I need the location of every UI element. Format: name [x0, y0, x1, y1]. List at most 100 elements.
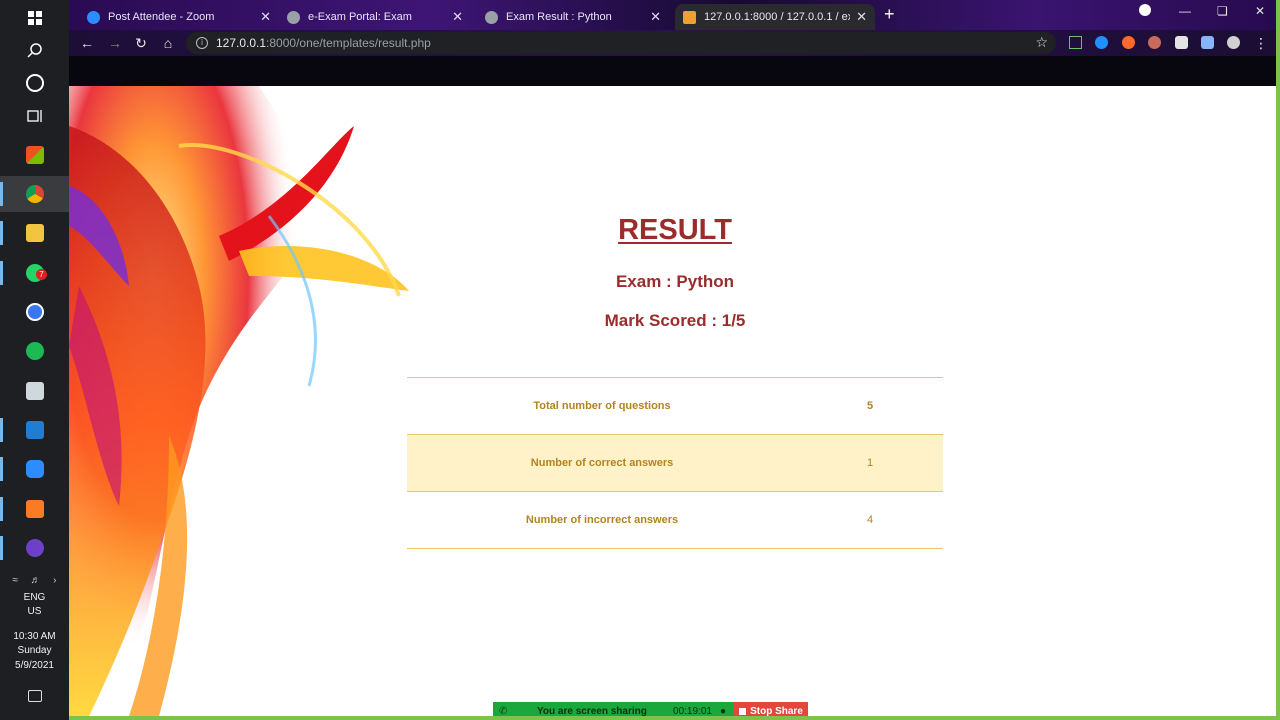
start-button[interactable]: [0, 0, 69, 36]
system-tray: ≈ ♬ ›: [0, 572, 69, 588]
taskbar-store[interactable]: [0, 137, 69, 173]
close-icon[interactable]: ✕: [650, 9, 661, 25]
spotify-icon: [25, 342, 44, 360]
reload-button[interactable]: ↻: [131, 33, 151, 53]
taskbar-zoom[interactable]: [0, 451, 69, 487]
share-frame-bottom: [69, 716, 1280, 720]
tab-title: e-Exam Portal: Exam: [308, 11, 412, 23]
row-value: 5: [867, 400, 874, 412]
restore-button[interactable]: ❏: [1217, 4, 1228, 18]
taskbar-xampp[interactable]: [0, 491, 69, 527]
input-language[interactable]: ENG: [0, 591, 69, 605]
puzzle-icon[interactable]: [1201, 36, 1214, 49]
avatar[interactable]: [1227, 36, 1240, 49]
store-icon: [25, 146, 44, 164]
notifications-button[interactable]: [0, 678, 69, 714]
home-button[interactable]: ⌂: [158, 33, 178, 53]
row-label: Number of correct answers: [530, 457, 674, 469]
home-icon: ⌂: [163, 35, 173, 51]
menu-button[interactable]: ⋮: [1251, 33, 1271, 53]
volume-icon[interactable]: ♬: [31, 575, 41, 586]
tab-exam-portal[interactable]: e-Exam Portal: Exam ✕: [279, 4, 471, 30]
tab-title: Exam Result : Python: [506, 11, 612, 23]
drag-handle-icon[interactable]: ✆: [499, 706, 511, 717]
forward-button[interactable]: →: [105, 33, 125, 53]
close-icon[interactable]: ✕: [452, 9, 463, 25]
address-bar[interactable]: i 127.0.0.1:8000/one/templates/result.ph…: [186, 32, 1056, 54]
wifi-icon[interactable]: ≈: [13, 575, 19, 586]
chevron-right-icon[interactable]: ›: [53, 575, 56, 586]
row-label: Number of incorrect answers: [525, 514, 679, 526]
close-window-button[interactable]: ✕: [1255, 4, 1265, 18]
info-icon[interactable]: i: [196, 37, 208, 49]
cortana-icon: [25, 74, 44, 92]
result-page: RESULT Exam : Python Mark Scored : 1/5 T…: [69, 86, 1276, 716]
task-view-button[interactable]: [0, 98, 69, 134]
taskbar-whatsapp[interactable]: 7: [0, 255, 69, 291]
profile-menu-button[interactable]: [1139, 4, 1151, 19]
browser-toolbar: ← → ↻ ⌂ i 127.0.0.1:8000/one/templates/r…: [69, 30, 1280, 56]
tab-phpmyadmin[interactable]: 127.0.0.1:8000 / 127.0.0.1 / exam ✕: [675, 4, 875, 30]
clock-day: Sunday: [17, 645, 52, 656]
vscode-icon: [25, 421, 44, 439]
search-button[interactable]: [0, 32, 69, 68]
signal-icon: [25, 303, 44, 321]
back-button[interactable]: ←: [77, 33, 97, 53]
extension-icon[interactable]: [1069, 36, 1082, 49]
share-frame-right: [1276, 0, 1280, 720]
tab-zoom[interactable]: Post Attendee - Zoom ✕: [79, 4, 279, 30]
row-label: Total number of questions: [533, 400, 671, 412]
taskbar-github[interactable]: [0, 530, 69, 566]
windows-logo-icon: [27, 11, 42, 25]
new-tab-button[interactable]: +: [884, 5, 895, 23]
taskbar-photos[interactable]: [0, 373, 69, 409]
row-value: 1: [867, 457, 874, 469]
tab-title: Post Attendee - Zoom: [108, 11, 215, 23]
tab-strip: Post Attendee - Zoom ✕ e-Exam Portal: Ex…: [69, 0, 1280, 30]
sharing-timer: 00:19:01: [673, 705, 712, 717]
bookmark-star-icon[interactable]: ☆: [1035, 34, 1048, 51]
url-host: 127.0.0.1: [216, 36, 267, 50]
exam-name: Exam : Python: [615, 272, 735, 291]
extension-icon[interactable]: [1122, 36, 1135, 49]
restore-icon: ❏: [1217, 4, 1228, 18]
taskbar-vscode[interactable]: [0, 412, 69, 448]
zoom-icon: [87, 10, 100, 24]
taskbar-file-explorer[interactable]: [0, 215, 69, 251]
plus-icon: +: [884, 4, 895, 24]
tab-title: 127.0.0.1:8000 / 127.0.0.1 / exam: [704, 11, 850, 23]
taskbar-spotify[interactable]: [0, 333, 69, 369]
table-row: Number of correct answers 1: [407, 434, 943, 492]
mark-scored: Mark Scored : 1/5: [604, 311, 746, 330]
sharing-text: You are screen sharing: [537, 705, 647, 717]
zoom-icon: [25, 460, 44, 478]
taskbar-signal[interactable]: [0, 294, 69, 330]
github-icon: [25, 539, 44, 557]
minimize-icon: —: [1179, 4, 1191, 18]
url-path: :8000/one/templates/result.php: [266, 36, 431, 50]
globe-icon: [485, 10, 498, 24]
cortana-button[interactable]: [0, 65, 69, 101]
windows-taskbar: 7 ≈ ♬ › ENG US 10:30 AM Sunday 5/9/2021: [0, 0, 69, 720]
shield-icon: ●: [719, 705, 726, 717]
tab-exam-result[interactable]: Exam Result : Python ✕: [477, 4, 669, 30]
arrow-right-icon: →: [108, 35, 122, 51]
close-icon[interactable]: ✕: [856, 9, 867, 25]
arrow-left-icon: ←: [80, 35, 94, 51]
extension-icon[interactable]: [1095, 36, 1108, 49]
theme-strip: [69, 56, 1280, 86]
reload-icon: ↻: [135, 35, 147, 51]
profile-dropdown-icon: [1139, 4, 1151, 16]
extension-icon[interactable]: [1175, 36, 1188, 49]
extension-icon[interactable]: [1148, 36, 1161, 49]
notifications-icon: [27, 690, 42, 702]
clock-time[interactable]: 10:30 AM: [0, 630, 69, 644]
taskbar-chrome[interactable]: [0, 176, 69, 212]
minimize-button[interactable]: —: [1179, 4, 1191, 18]
stop-share-label: Stop Share: [750, 705, 803, 717]
phpmyadmin-icon: [683, 10, 696, 24]
close-icon: ✕: [1255, 4, 1266, 18]
close-icon[interactable]: ✕: [260, 9, 271, 25]
input-region: US: [27, 606, 42, 617]
stop-icon: [739, 707, 747, 715]
